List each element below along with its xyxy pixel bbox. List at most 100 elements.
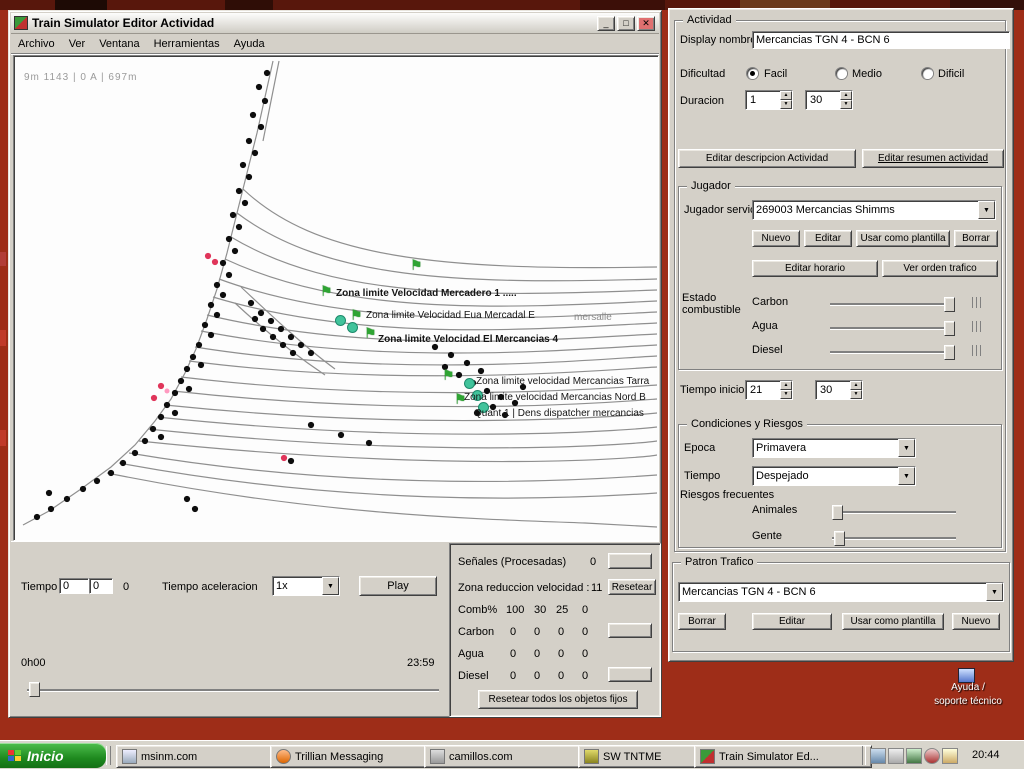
speed-zone-reset-button[interactable]: Resetear [608,579,656,595]
diesel-slider[interactable] [830,351,954,354]
maximize-button[interactable]: □ [617,16,635,31]
signals-reset-button[interactable] [608,553,652,569]
title-bar[interactable]: Train Simulator Editor Actividad _ □ ✕ [11,13,659,34]
carbon-reset-button[interactable] [608,623,652,638]
carbon-slider[interactable] [830,303,954,306]
chevron-down-icon[interactable]: ▼ [898,467,915,485]
messenger-tray-icon[interactable] [942,748,958,764]
patron-nuevo-button[interactable]: Nuevo [952,613,1000,630]
taskbar-button-2[interactable]: Trillian Messaging [270,745,430,768]
track-map-view[interactable]: 9m 1143 | 0 A | 697m ⚑ ⚑ ⚑ ⚑ ⚑ ⚑ Zona li… [13,55,659,541]
platform-marker-icon[interactable] [464,378,475,389]
editar-resumen-button[interactable]: Editar resumen actividad [862,149,1004,168]
minimize-button[interactable]: _ [597,16,615,31]
radio-dificil[interactable] [922,68,933,79]
animales-slider[interactable] [832,511,956,514]
patron-borrar-button[interactable]: Borrar [678,613,726,630]
chevron-down-icon[interactable]: ▼ [978,201,995,219]
tiempo-inicio-minutes-spinner[interactable]: 30 ▲▼ [815,380,863,400]
menu-ver[interactable]: Ver [62,36,93,52]
accel-dropdown[interactable]: 1x ▼ [272,576,340,596]
platform-marker-icon[interactable] [347,322,358,333]
help-support-label-1[interactable]: Ayuda / [926,682,1010,693]
agua-slider-thumb[interactable] [944,321,955,336]
tiempo-clima-dropdown[interactable]: Despejado ▼ [752,466,916,486]
radio-facil-label[interactable]: Facil [764,68,787,80]
epoca-dropdown[interactable]: Primavera ▼ [752,438,916,458]
tiempo-minutes-field[interactable]: 0 [89,578,113,594]
carbon-slider-thumb[interactable] [944,297,955,312]
display-nombre-field[interactable]: Mercancias TGN 4 - BCN 6 [752,31,1010,49]
siding-flag-icon[interactable]: ⚑ [410,260,423,270]
reset-all-objects-button[interactable]: Resetear todos los objetos fijos [478,690,638,709]
close-button[interactable]: ✕ [637,16,655,31]
start-button[interactable]: Inicio [0,743,106,768]
ver-orden-trafico-button[interactable]: Ver orden trafico [882,260,998,277]
jugador-servicio-dropdown[interactable]: 269003 Mercancias Shimms ▼ [752,200,996,220]
help-support-label-2[interactable]: soporte técnico [926,696,1010,707]
siding-flag-icon[interactable]: ⚑ [350,310,363,320]
speed-zone-count-label: Zona reduccion velocidad : [458,582,589,594]
comb-value: 100 [506,604,524,616]
menu-ayuda[interactable]: Ayuda [227,36,272,52]
menu-ventana[interactable]: Ventana [92,36,146,52]
diesel-slider-thumb[interactable] [944,345,955,360]
taskbar-button-4[interactable]: SW TNTME [578,745,702,768]
network-tray-icon[interactable] [906,748,922,764]
desktop-icon-fragment[interactable] [0,330,6,346]
editar-descripcion-button[interactable]: Editar descripcion Actividad [678,149,856,168]
radio-dificil-label[interactable]: Dificil [938,68,964,80]
spin-up-icon: ▲ [850,381,862,390]
platform-marker-icon[interactable] [335,315,346,326]
patron-plantilla-button[interactable]: Usar como plantilla [842,613,944,630]
carbon-value: 0 [582,626,588,638]
chevron-down-icon[interactable]: ▼ [322,577,339,595]
radio-medio-label[interactable]: Medio [852,68,882,80]
windows-logo-icon [8,750,22,762]
chevron-down-icon[interactable]: ▼ [898,439,915,457]
antivirus-tray-icon[interactable] [924,748,940,764]
diesel-reset-button[interactable] [608,667,652,682]
siding-flag-icon[interactable]: ⚑ [442,370,455,380]
clock[interactable]: 20:44 [972,749,1000,761]
jugador-plantilla-button[interactable]: Usar como plantilla [856,230,950,247]
duracion-minutes-spinner[interactable]: 30 ▲▼ [805,90,853,110]
radio-medio[interactable] [836,68,847,79]
patron-editar-button[interactable]: Editar [752,613,832,630]
tiempo-inicio-hours-spinner[interactable]: 21 ▲▼ [745,380,793,400]
spin-up-icon: ▲ [780,91,792,100]
timeline-slider-thumb[interactable] [29,682,40,697]
animales-slider-thumb[interactable] [832,505,843,520]
menu-archivo[interactable]: Archivo [11,36,62,52]
taskbar-button-5[interactable]: Train Simulator Ed... [694,745,872,768]
gente-slider[interactable] [832,537,956,540]
menu-herramientas[interactable]: Herramientas [147,36,227,52]
agua-slider-ticks [972,321,982,332]
siding-flag-icon[interactable]: ⚑ [320,286,333,296]
desktop-icon-fragment[interactable] [0,252,6,266]
gente-slider-thumb[interactable] [834,531,845,546]
patron-trafico-dropdown[interactable]: Mercancias TGN 4 - BCN 6 ▼ [678,582,1004,602]
animales-slider-label: Animales [752,504,797,516]
patron-trafico-group: Patron Trafico [672,562,1010,652]
help-support-icon[interactable] [958,668,975,683]
timeline-slider[interactable] [27,689,439,692]
taskbar-button-1[interactable]: msinm.com [116,745,276,768]
taskbar-button-3[interactable]: camillos.com [424,745,584,768]
display-tray-icon[interactable] [870,748,886,764]
epoca-label: Epoca [684,442,715,454]
duracion-hours-spinner[interactable]: 1 ▲▼ [745,90,793,110]
agua-slider[interactable] [830,327,954,330]
play-button[interactable]: Play [359,576,437,596]
chevron-down-icon[interactable]: ▼ [986,583,1003,601]
spin-down-icon: ▼ [780,390,792,399]
jugador-nuevo-button[interactable]: Nuevo [752,230,800,247]
tiempo-hours-field[interactable]: 0 [59,578,89,594]
volume-tray-icon[interactable] [888,748,904,764]
desktop-icon-fragment[interactable] [0,430,6,446]
radio-facil[interactable] [747,68,758,79]
jugador-editar-button[interactable]: Editar [804,230,852,247]
jugador-borrar-button[interactable]: Borrar [954,230,998,247]
editar-horario-button[interactable]: Editar horario [752,260,878,277]
siding-flag-icon[interactable]: ⚑ [364,328,377,338]
